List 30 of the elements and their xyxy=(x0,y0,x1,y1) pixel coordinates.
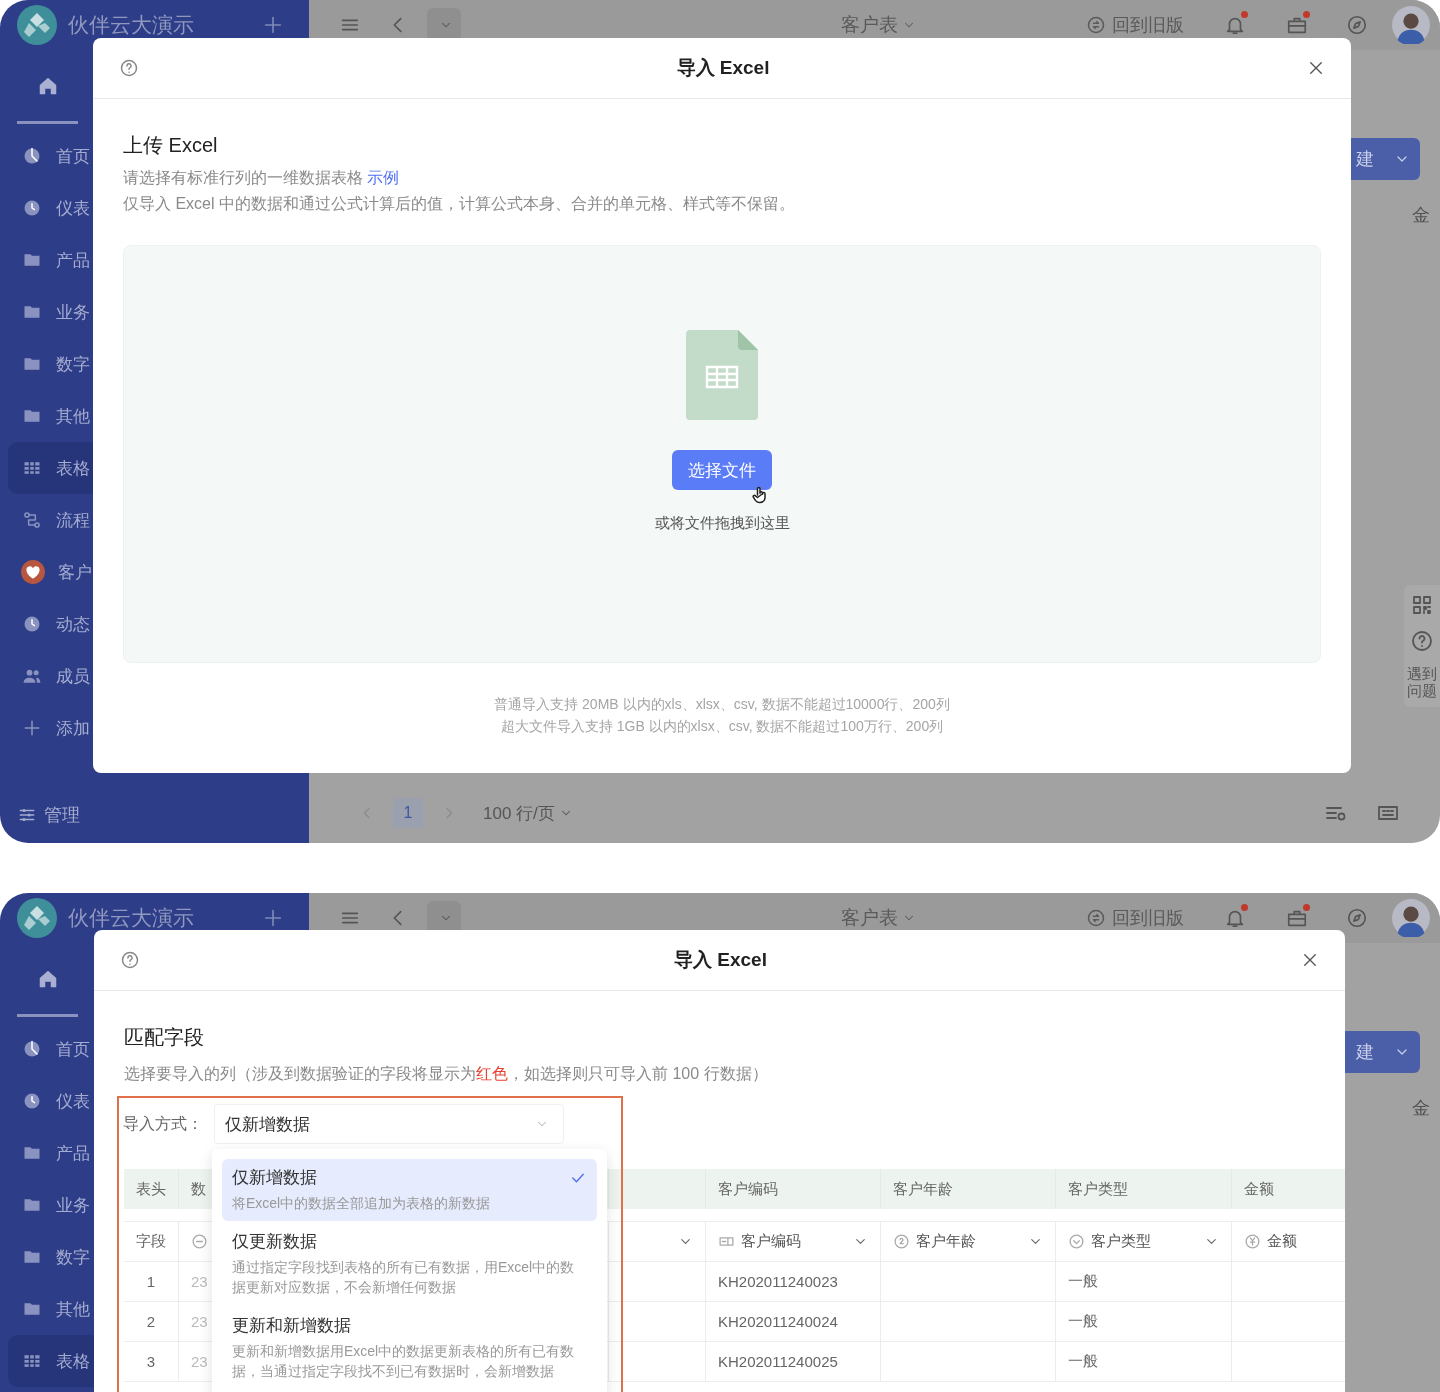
column-header: 客户编码 xyxy=(706,1169,881,1209)
table-cell: 一般 xyxy=(1056,1302,1232,1342)
dialog-title: 导入 Excel xyxy=(675,56,771,80)
table-cell: 一般 xyxy=(1056,1342,1232,1382)
table-cell: 3 xyxy=(124,1342,179,1382)
app-name: 伙伴云大演示 xyxy=(68,12,195,38)
limit-text: 超大文件导入支持 1GB 以内的xlsx、csv, 数据不能超过100万行、200列 xyxy=(499,717,945,736)
instruction-text: 选择要导入的列（涉及到数据验证的字段将显示为红色，如选择则只可导入前 100 行数据） xyxy=(124,1065,769,1083)
table-cell: KH202011240024 xyxy=(706,1302,881,1342)
instruction-text: 请选择有标准行列的一维数据表格 示例 xyxy=(123,169,401,187)
table-cell: 一般 xyxy=(1056,1262,1232,1302)
column-header: 客户年龄 xyxy=(881,1169,1056,1209)
dialog-title: 导入 Excel xyxy=(673,948,768,972)
table-cell: KH202011240025 xyxy=(706,1342,881,1382)
section-heading: 上传 Excel xyxy=(123,133,219,158)
table-cell: KH202011240023 xyxy=(706,1262,881,1302)
field-label: 导入方式： xyxy=(123,1113,204,1134)
table-cell: 2 xyxy=(124,1302,179,1342)
column-header: 金额 xyxy=(1232,1169,1345,1209)
column-header: 金 xyxy=(1412,204,1430,227)
row-label: 字段 xyxy=(124,1222,179,1262)
app-name: 伙伴云大演示 xyxy=(68,905,195,931)
column-header: 表头 xyxy=(124,1169,179,1209)
column-header: 客户类型 xyxy=(1056,1169,1232,1209)
section-heading: 匹配字段 xyxy=(124,1025,205,1050)
column-header: 金 xyxy=(1412,1097,1430,1120)
drop-hint: 或将文件拖拽到这里 xyxy=(654,514,790,533)
limit-text: 普通导入支持 20MB 以内的xls、xlsx、csv, 数据不能超过10000行、200列 xyxy=(493,695,951,714)
table-cell: 1 xyxy=(124,1262,179,1302)
note-text: 仅导入 Excel 中的数据和通过公式计算后的值，计算公式本身、合并的单元格、样式等不保留。 xyxy=(123,195,796,213)
